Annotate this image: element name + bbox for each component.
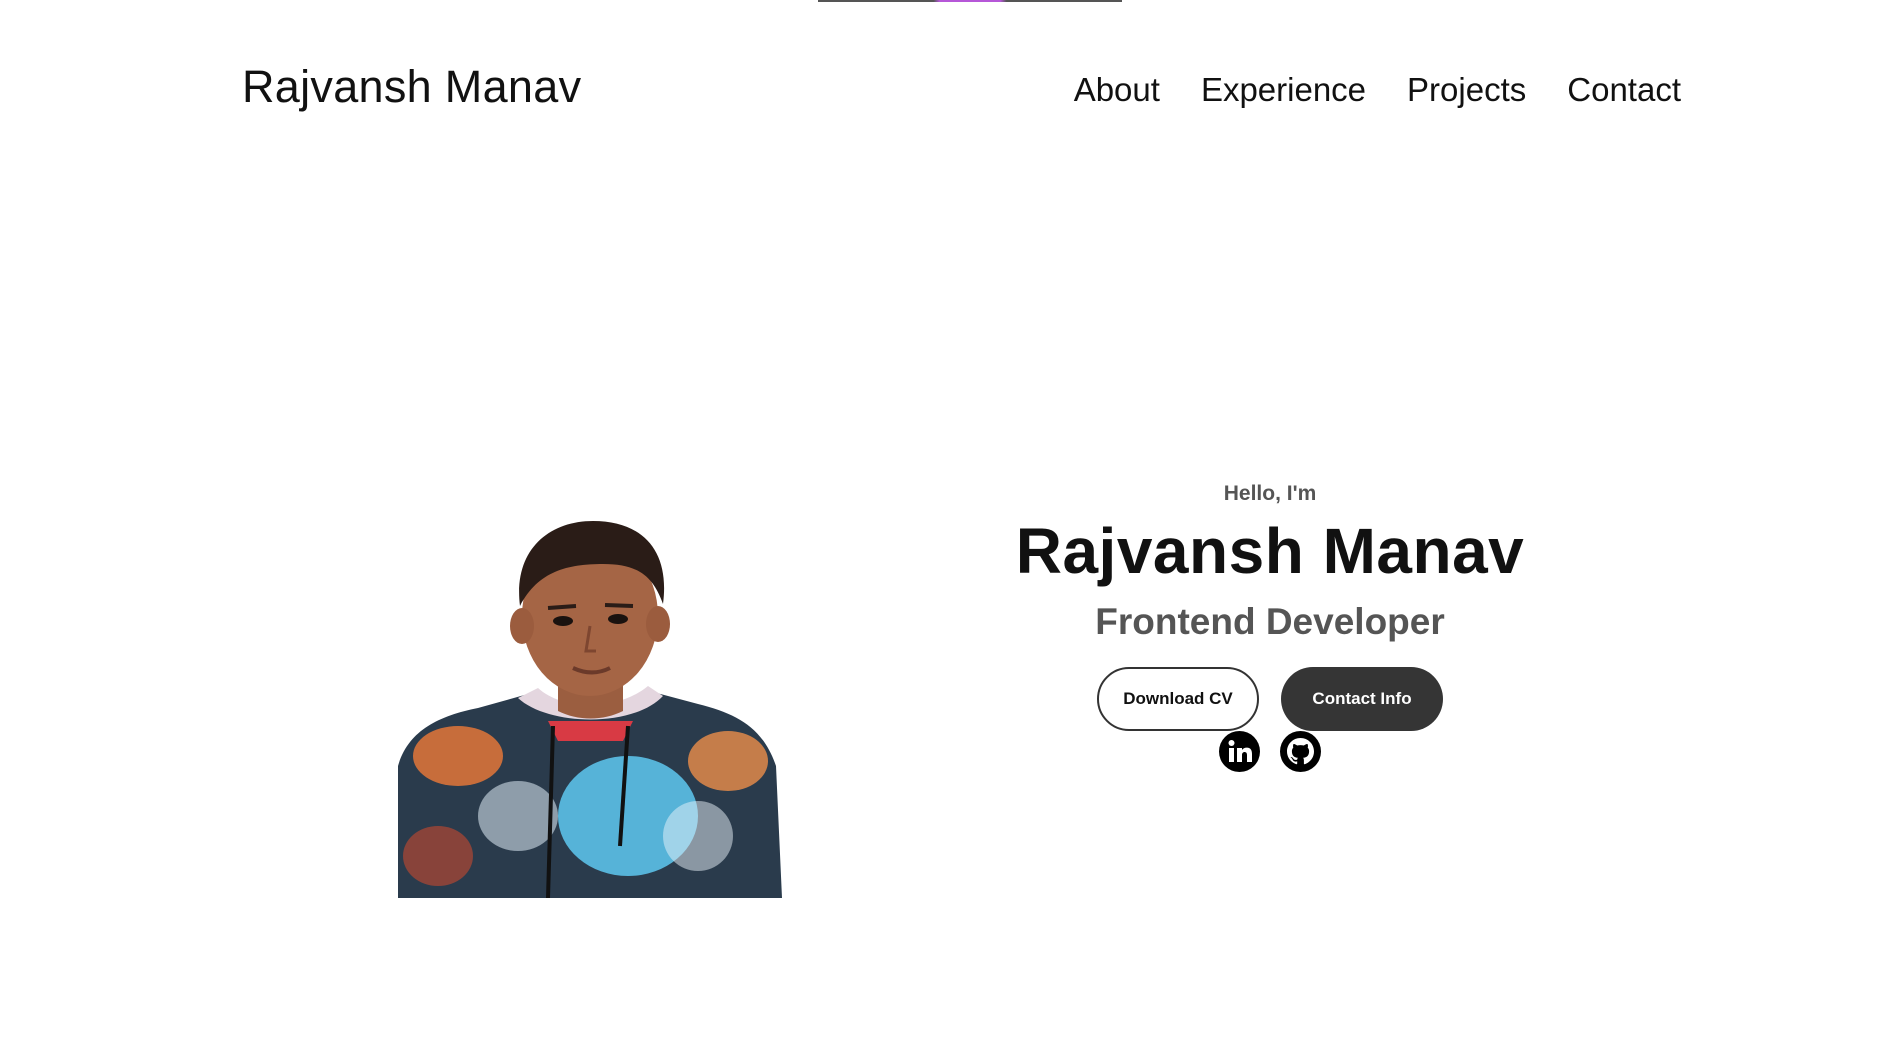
contact-info-button[interactable]: Contact Info [1281,667,1443,732]
linkedin-icon[interactable] [1219,731,1260,773]
nav-contact[interactable]: Contact [1567,70,1681,110]
github-icon[interactable] [1280,731,1321,773]
hero-greeting: Hello, I'm [1223,482,1317,505]
nav-experience[interactable]: Experience [1201,70,1366,110]
hero-role: Frontend Developer [1095,601,1445,643]
nav-projects[interactable]: Projects [1407,70,1526,110]
top-accent-line [818,0,1122,2]
hero-text: Hello, I'm Rajvansh Manav Frontend Devel… [1000,476,1540,773]
main-nav: About Experience Projects Contact [1074,70,1681,110]
profile-photo [398,521,782,898]
social-links [1000,731,1540,773]
nav-about[interactable]: About [1074,70,1160,110]
download-cv-button[interactable]: Download CV [1097,667,1259,732]
hero-name: Rajvansh Manav [1015,515,1525,587]
page: Rajvansh Manav About Experience Projects… [0,0,1893,1045]
site-logo[interactable]: Rajvansh Manav [242,60,581,114]
hero-buttons: Download CV Contact Info [1000,667,1540,732]
